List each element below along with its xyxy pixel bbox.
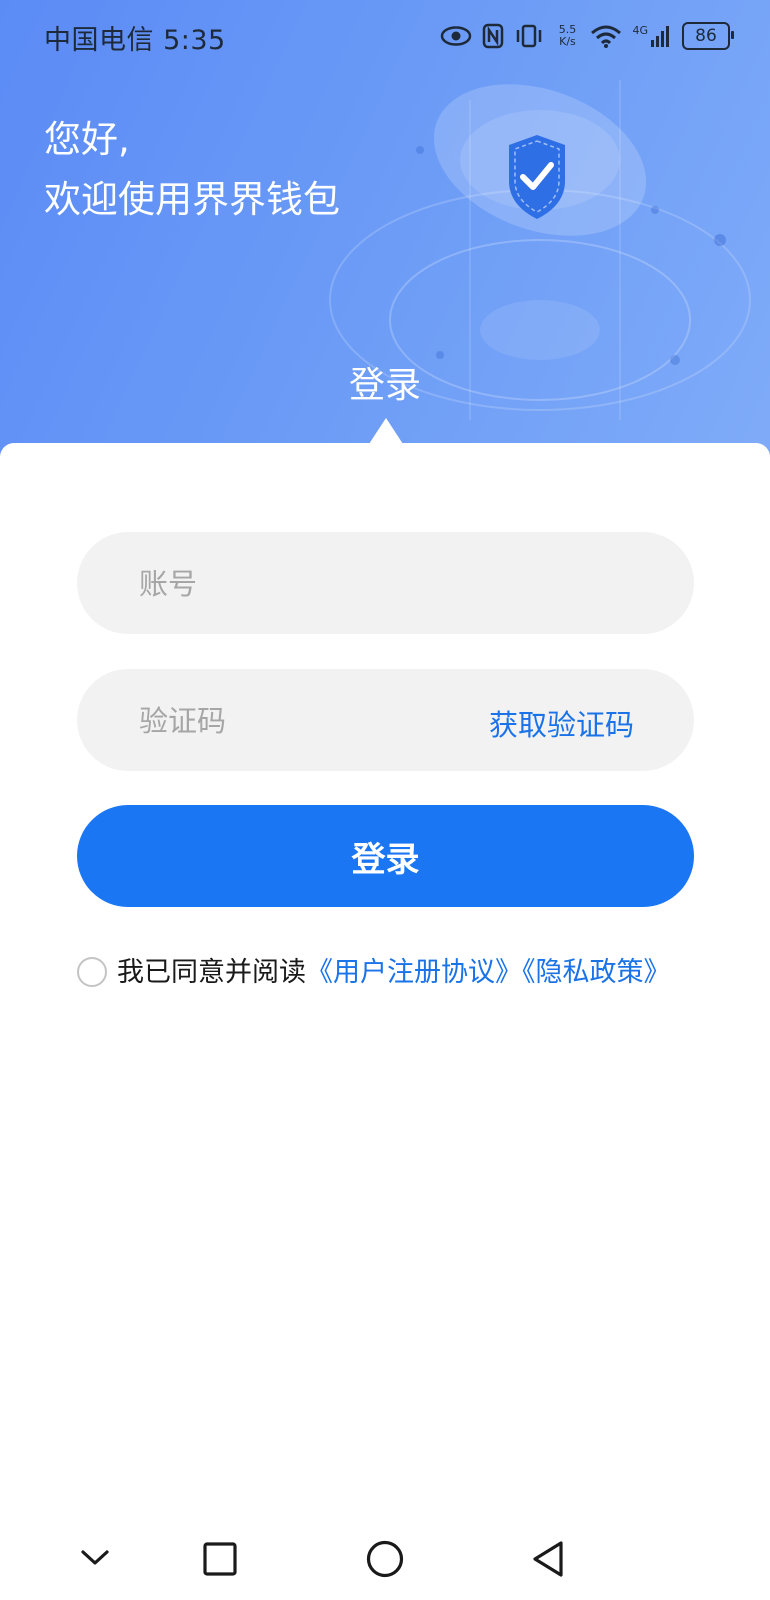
greeting: 您好, 欢迎使用界界钱包	[44, 110, 340, 230]
verification-code-input[interactable]	[137, 669, 441, 773]
chevron-down-icon[interactable]	[80, 1548, 110, 1568]
nfc-icon	[483, 23, 504, 49]
privacy-policy-link[interactable]: 《隐私政策》	[522, 957, 671, 988]
vibrate-icon	[517, 24, 542, 48]
greeting-line-1: 您好,	[44, 118, 130, 161]
wifi-icon	[591, 25, 622, 48]
account-input[interactable]	[137, 532, 441, 636]
hero-banner: 中国电信 5:35 5.5 K/s 4G 86 您好, 欢迎使用界界钱包 登录	[0, 0, 770, 470]
agreement-row: 我已同意并阅读《用户注册协议》《隐私政策》	[77, 955, 677, 991]
agreement-prefix: 我已同意并阅读	[117, 957, 306, 988]
carrier-time: 中国电信 5:35	[44, 25, 226, 56]
get-code-button[interactable]: 获取验证码	[489, 702, 634, 744]
back-icon[interactable]	[531, 1540, 565, 1578]
status-icons: 5.5 K/s 4G 86	[440, 18, 734, 54]
code-field[interactable]: 获取验证码	[77, 669, 694, 773]
status-bar: 中国电信 5:35 5.5 K/s 4G 86	[0, 0, 770, 72]
shield-check-icon	[509, 135, 565, 219]
tab-indicator	[369, 418, 403, 444]
home-icon[interactable]	[366, 1540, 404, 1578]
eye-icon	[441, 26, 472, 46]
account-field[interactable]	[77, 532, 694, 636]
tab-login[interactable]: 登录	[0, 356, 770, 408]
recent-apps-icon[interactable]	[203, 1542, 237, 1576]
login-button[interactable]: 登录	[77, 805, 694, 907]
agreement-checkbox[interactable]	[77, 956, 107, 987]
signal-bars-icon	[651, 26, 669, 47]
battery-indicator: 86	[682, 22, 734, 50]
system-nav-bar	[0, 1520, 770, 1600]
user-agreement-link[interactable]: 《用户注册协议》	[306, 957, 522, 988]
network-speed: 5.5 K/s	[558, 23, 577, 48]
greeting-line-2: 欢迎使用界界钱包	[44, 178, 340, 221]
cellular-signal: 4G	[632, 24, 672, 48]
